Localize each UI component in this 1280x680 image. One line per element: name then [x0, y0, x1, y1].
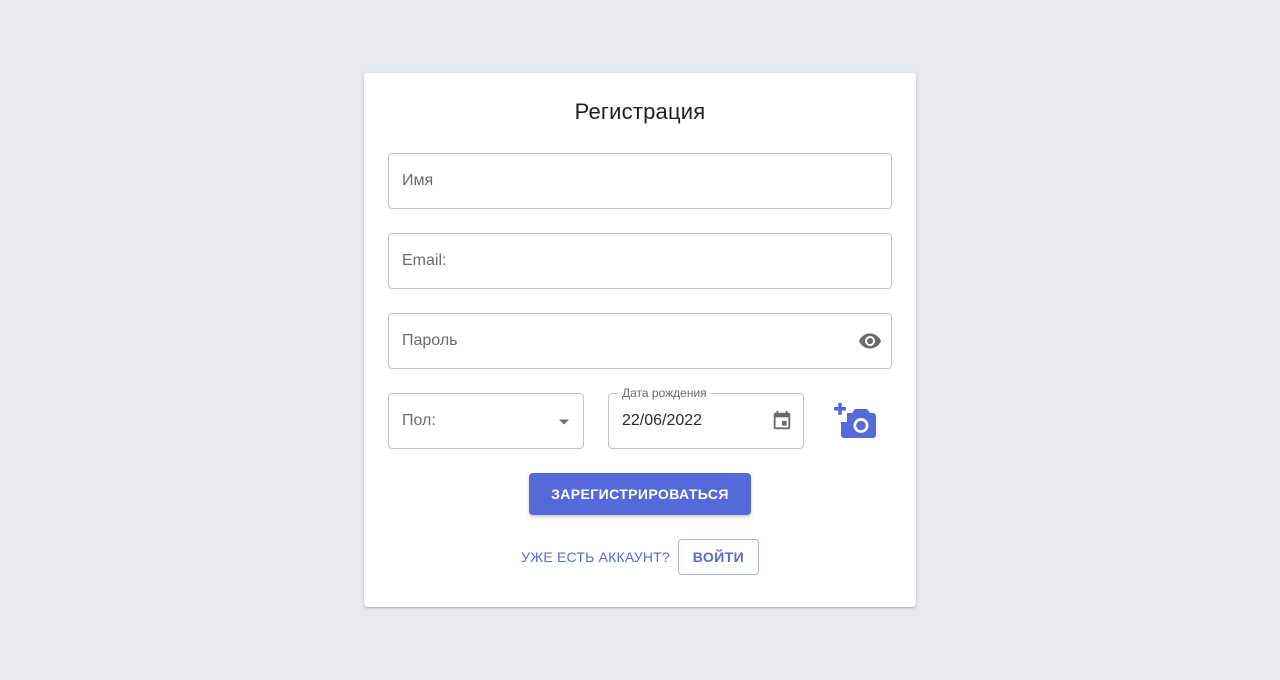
gender-select[interactable]: Пол: — [388, 393, 584, 449]
add-photo-camera-icon[interactable] — [834, 401, 878, 441]
has-account-text: УЖЕ ЕСТЬ АККАУНТ? — [521, 549, 670, 565]
birthdate-value: 22/06/2022 — [622, 412, 703, 429]
register-button[interactable]: ЗАРЕГИСТРИРОВАТЬСЯ — [529, 473, 751, 515]
birthdate-label: Дата рождения — [618, 386, 711, 400]
email-field[interactable]: Email: — [388, 233, 892, 289]
email-placeholder: Email: — [402, 252, 447, 269]
calendar-icon[interactable] — [771, 410, 793, 432]
name-placeholder: Имя — [402, 172, 434, 189]
password-field[interactable]: Пароль — [388, 313, 892, 369]
login-row: УЖЕ ЕСТЬ АККАУНТ? ВОЙТИ — [364, 539, 916, 575]
birthdate-field[interactable]: Дата рождения 22/06/2022 — [608, 386, 804, 449]
gender-placeholder: Пол: — [402, 412, 436, 429]
registration-card: Регистрация Имя Email: Пароль Пол: Дата … — [364, 73, 916, 607]
chevron-down-icon — [559, 419, 569, 425]
name-field[interactable]: Имя — [388, 153, 892, 209]
login-button[interactable]: ВОЙТИ — [677, 539, 759, 575]
password-placeholder: Пароль — [402, 332, 458, 349]
page-title: Регистрация — [574, 99, 706, 124]
eye-icon[interactable] — [858, 329, 882, 353]
